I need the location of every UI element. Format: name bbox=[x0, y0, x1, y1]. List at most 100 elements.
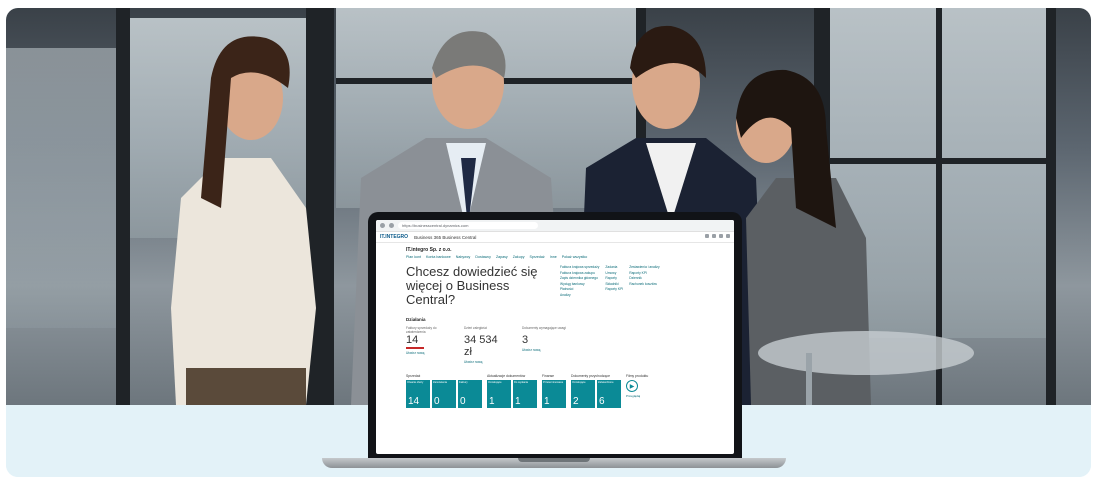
tile-group-title: Finanse bbox=[542, 374, 555, 378]
bc-header: IT.INTEGRO Business 365 Business Central bbox=[376, 232, 734, 243]
tile-row: Otwarte oferty 14 Zamówienia 0 Faktury 0 bbox=[406, 380, 482, 408]
link-column: Faktura krajowa sprzedaży Faktura krajowa… bbox=[560, 265, 599, 307]
kpi-link[interactable]: Utwórz nową bbox=[406, 351, 450, 355]
cue-tile[interactable]: Zamówienia 0 bbox=[432, 380, 456, 408]
action-link[interactable]: Raporty KPI bbox=[605, 287, 623, 291]
action-link[interactable]: Umowy bbox=[605, 271, 623, 275]
kpi-label: Faktury sprzedaży do zatwierdzenia bbox=[406, 326, 437, 334]
nav-item[interactable]: Plan kont bbox=[406, 255, 421, 259]
action-link[interactable]: Zapis dziennika głównego bbox=[560, 276, 599, 280]
company-logo: IT.INTEGRO bbox=[380, 234, 409, 240]
kpi-label: Dokumenty wymagające uwagi bbox=[522, 326, 566, 330]
browser-toolbar: https://businesscentral.dynamics.com bbox=[376, 220, 734, 232]
refresh-icon[interactable] bbox=[389, 223, 394, 228]
tile-group-title: Sprzedaż bbox=[406, 374, 421, 378]
nav-bar: Plan kont Konta bankowe Nabywcy Dostawcy Zap… bbox=[406, 255, 704, 259]
play-icon[interactable]: ▶ bbox=[626, 380, 638, 392]
action-link[interactable]: Rachunek kosztów bbox=[629, 282, 659, 286]
kpi-card[interactable]: Dokumenty wymagające uwagi 3 Utwórz nową bbox=[522, 326, 566, 364]
nav-item[interactable]: Konta bankowe bbox=[426, 255, 451, 259]
headline-area: Chcesz dowiedzieć się więcej o Business … bbox=[406, 265, 704, 307]
nav-item[interactable]: Dostawcy bbox=[475, 255, 491, 259]
tile-value: 1 bbox=[544, 396, 550, 407]
cue-tile[interactable]: Do wysłania 1 bbox=[513, 380, 537, 408]
link-column: Zestawienia i analizy Raporty KPI Dziennik… bbox=[629, 265, 659, 307]
action-links: Faktura krajowa sprzedaży Faktura krajowa… bbox=[560, 265, 660, 307]
tile-group: Finanse Przeterminowane 1 bbox=[542, 374, 566, 408]
laptop-notch bbox=[518, 458, 590, 462]
action-link[interactable]: Raporty bbox=[605, 276, 623, 280]
tile-group-title: Dokumenty przychodzące bbox=[571, 374, 611, 378]
cue-tile[interactable]: Oczekujące 2 bbox=[571, 380, 595, 408]
gear-icon[interactable] bbox=[719, 234, 723, 238]
app-title: Business 365 Business Central bbox=[414, 234, 477, 240]
headline: Chcesz dowiedzieć się więcej o Business … bbox=[406, 264, 538, 307]
product-videos-title: Filmy produktu bbox=[626, 374, 649, 378]
nav-item[interactable]: Inne bbox=[550, 255, 557, 259]
tile-label: Faktury bbox=[459, 381, 468, 384]
action-link[interactable]: Zadania bbox=[605, 265, 623, 269]
nav-item[interactable]: Pokaż wszystko bbox=[562, 255, 588, 259]
kpi-card[interactable]: Faktury sprzedaży do zatwierdzenia 14 Utwó… bbox=[406, 326, 450, 364]
nav-item[interactable]: Nabywcy bbox=[456, 255, 471, 259]
nav-item[interactable]: Sprzedaż bbox=[530, 255, 545, 259]
cue-tile[interactable]: Faktury 0 bbox=[458, 380, 482, 408]
tile-label: Do wysłania bbox=[514, 381, 528, 384]
tile-row: Oczekujące 2 Zatwierdzone 6 bbox=[571, 380, 621, 408]
tile-label: Przeterminowane bbox=[543, 381, 564, 384]
help-icon[interactable] bbox=[726, 234, 730, 238]
tile-value: 1 bbox=[515, 396, 521, 407]
kpi-value: 3 bbox=[522, 334, 529, 346]
role-center: IT.integro Sp. z o.o. Plan kont Konta ban… bbox=[376, 243, 734, 408]
action-link[interactable]: Analizy bbox=[560, 293, 599, 297]
company-name: IT.integro Sp. z o.o. bbox=[406, 247, 452, 253]
laptop-screen: https://businesscentral.dynamics.com IT.… bbox=[376, 220, 734, 454]
kpi-label: Dzień zaległości bbox=[464, 326, 488, 330]
cue-tile[interactable]: Przeterminowane 1 bbox=[542, 380, 566, 408]
action-link[interactable]: Dziennik bbox=[629, 276, 659, 280]
action-link[interactable]: Składniki bbox=[605, 282, 623, 286]
tile-value: 6 bbox=[599, 396, 605, 407]
nav-item[interactable]: Zapasy bbox=[496, 255, 508, 259]
tile-label: Zamówienia bbox=[433, 381, 447, 384]
cue-tiles: Sprzedaż Otwarte oferty 14 Zamówienia 0 Faktu… bbox=[406, 374, 704, 408]
cue-tile[interactable]: Otwarte oferty 14 bbox=[406, 380, 430, 408]
search-icon[interactable] bbox=[705, 234, 709, 238]
link-column: Zadania Umowy Raporty Składniki Raporty KPI bbox=[605, 265, 623, 307]
tile-value: 0 bbox=[434, 396, 440, 407]
action-link[interactable]: Zestawienia i analizy bbox=[629, 265, 659, 269]
action-link[interactable]: Faktura krajowa zakupu bbox=[560, 271, 599, 275]
tile-value: 14 bbox=[408, 396, 420, 407]
product-videos-link[interactable]: Przeglądaj bbox=[626, 394, 648, 398]
section-title: Działania bbox=[406, 317, 426, 322]
tile-row: Oczekujące 1 Do wysłania 1 bbox=[487, 380, 537, 408]
kpi-card[interactable]: Dzień zaległości 34 534 zł Utwórz nową bbox=[464, 326, 508, 364]
kpi-row: Faktury sprzedaży do zatwierdzenia 14 Utwó… bbox=[406, 326, 704, 364]
kpi-underline bbox=[406, 347, 424, 349]
action-link[interactable]: Wyciąg bankowy bbox=[560, 282, 599, 286]
tile-value: 2 bbox=[573, 396, 579, 407]
product-videos: Filmy produktu ▶ Przeglądaj bbox=[626, 374, 648, 398]
tile-group: Sprzedaż Otwarte oferty 14 Zamówienia 0 Faktu… bbox=[406, 374, 482, 408]
bell-icon[interactable] bbox=[712, 234, 716, 238]
kpi-value: 34 534 zł bbox=[464, 334, 498, 358]
action-link[interactable]: Faktura krajowa sprzedaży bbox=[560, 265, 599, 269]
cue-tile[interactable]: Oczekujące 1 bbox=[487, 380, 511, 408]
address-bar[interactable]: https://businesscentral.dynamics.com bbox=[398, 222, 538, 229]
nav-item[interactable]: Zakupy bbox=[513, 255, 525, 259]
tile-label: Oczekujące bbox=[488, 381, 502, 384]
tile-group: Dokumenty przychodzące Oczekujące 2 Zatwier… bbox=[571, 374, 621, 408]
tile-value: 1 bbox=[489, 396, 495, 407]
action-link[interactable]: Raporty KPI bbox=[629, 271, 659, 275]
tile-label: Oczekujące bbox=[572, 381, 586, 384]
back-icon[interactable] bbox=[380, 223, 385, 228]
cue-tile[interactable]: Zatwierdzone 6 bbox=[597, 380, 621, 408]
laptop: https://businesscentral.dynamics.com IT.… bbox=[368, 212, 742, 460]
kpi-value: 14 bbox=[406, 334, 419, 346]
tile-group-title: Aktualizacje dokumentów bbox=[487, 374, 526, 378]
kpi-link[interactable]: Utwórz nową bbox=[464, 360, 508, 364]
action-link[interactable]: Płatności bbox=[560, 287, 599, 291]
kpi-link[interactable]: Utwórz nową bbox=[522, 348, 566, 352]
tile-row: Przeterminowane 1 bbox=[542, 380, 566, 408]
hero-banner: https://businesscentral.dynamics.com IT.… bbox=[6, 8, 1091, 477]
